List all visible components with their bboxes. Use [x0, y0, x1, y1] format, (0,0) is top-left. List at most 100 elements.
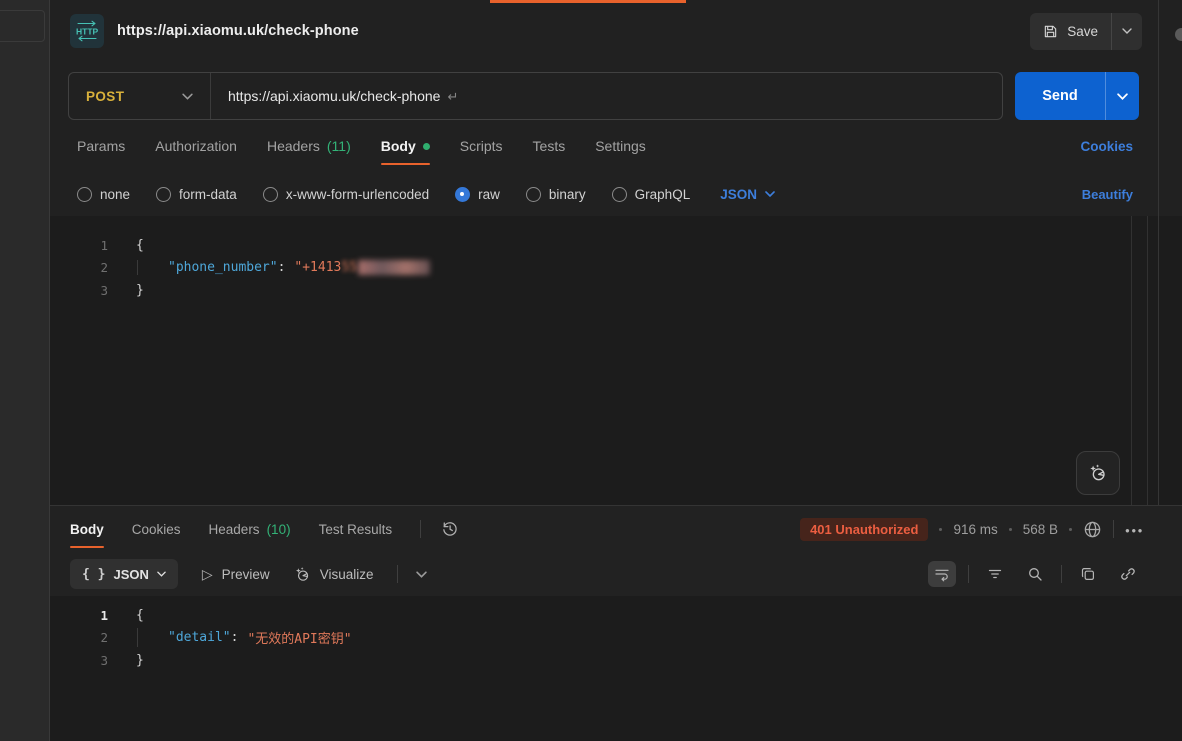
- chevron-down-icon: [1117, 93, 1128, 100]
- cookies-link[interactable]: Cookies: [1080, 139, 1133, 154]
- panel-collapse-arrow[interactable]: [1175, 28, 1182, 41]
- tab-headers-label: Headers: [267, 138, 320, 154]
- response-tab-test-results-label: Test Results: [319, 522, 393, 537]
- response-tab-test-results[interactable]: Test Results: [319, 506, 393, 552]
- chevron-down-icon: [1122, 28, 1132, 34]
- radio-raw[interactable]: raw: [455, 187, 500, 202]
- radio-none-label: none: [100, 187, 130, 202]
- postbot-sparkle-icon: [1088, 463, 1108, 483]
- radio-x-www-form-urlencoded[interactable]: x-www-form-urlencoded: [263, 187, 429, 202]
- indent-guide: [137, 260, 168, 275]
- request-title: https://api.xiaomu.uk/check-phone: [117, 23, 359, 39]
- visualize-button[interactable]: Visualize: [294, 566, 374, 583]
- url-input[interactable]: https://api.xiaomu.uk/check-phone ↵: [211, 88, 458, 105]
- copy-button[interactable]: [1074, 561, 1102, 587]
- headers-count-badge: (11): [327, 138, 351, 154]
- close-brace-token: }: [136, 283, 144, 298]
- tab-headers[interactable]: Headers (11): [267, 120, 351, 172]
- tab-authorization[interactable]: Authorization: [155, 120, 237, 172]
- response-meta: 401 Unauthorized 916 ms 568 B ●●●: [800, 518, 1144, 541]
- raw-format-label: JSON: [720, 187, 757, 202]
- response-history-button[interactable]: [441, 520, 459, 538]
- json-value-token: "无效的API密钥": [247, 628, 351, 647]
- network-info-button[interactable]: [1083, 520, 1102, 539]
- search-button[interactable]: [1021, 561, 1049, 587]
- request-body-editor[interactable]: 1 { 2 "phone_number" : "+1413 55 3 }: [50, 216, 1182, 505]
- divider: [420, 520, 421, 538]
- filter-icon: [987, 566, 1003, 582]
- curly-braces-icon: { }: [82, 567, 105, 582]
- json-value-token: "+1413: [294, 260, 341, 275]
- divider: [1061, 565, 1062, 583]
- response-tab-headers-label: Headers: [209, 522, 260, 537]
- response-body-editor[interactable]: 1 { 2 "detail" : "无效的API密钥" 3 }: [50, 596, 1182, 741]
- radio-circle-icon: [263, 187, 278, 202]
- beautify-link[interactable]: Beautify: [1082, 187, 1133, 202]
- filter-button[interactable]: [981, 561, 1009, 587]
- radio-raw-label: raw: [478, 187, 500, 202]
- method-label: POST: [86, 89, 124, 104]
- tab-settings-label: Settings: [595, 138, 646, 154]
- response-tab-cookies[interactable]: Cookies: [132, 506, 181, 552]
- save-button[interactable]: Save: [1030, 13, 1111, 50]
- radio-circle-icon: [77, 187, 92, 202]
- response-tab-headers[interactable]: Headers (10): [209, 506, 291, 552]
- line-number: 2: [50, 260, 108, 275]
- request-tabs-row: Params Authorization Headers (11) Body S…: [50, 120, 1182, 172]
- active-tab-underline: [70, 546, 104, 548]
- active-tab-indicator: [490, 0, 686, 3]
- enter-key-hint: ↵: [447, 89, 458, 104]
- radio-circle-icon: [156, 187, 171, 202]
- separator-dot: [1069, 528, 1072, 531]
- line-number: 1: [50, 238, 108, 253]
- copy-icon: [1080, 566, 1096, 582]
- line-number: 1: [50, 608, 108, 623]
- header-actions: Save: [1030, 13, 1160, 50]
- indent-guide: [137, 628, 168, 647]
- visualize-label: Visualize: [320, 567, 374, 582]
- tab-settings[interactable]: Settings: [595, 120, 646, 172]
- request-title-group: HTTP https://api.xiaomu.uk/check-phone: [70, 14, 359, 48]
- editor-scrollbar-track[interactable]: [1131, 216, 1132, 505]
- divider: [968, 565, 969, 583]
- response-tab-body[interactable]: Body: [70, 506, 104, 552]
- separator-dot: [939, 528, 942, 531]
- radio-form-data[interactable]: form-data: [156, 187, 237, 202]
- url-value: https://api.xiaomu.uk/check-phone: [228, 88, 440, 104]
- radio-form-data-label: form-data: [179, 187, 237, 202]
- send-options-button[interactable]: [1106, 72, 1139, 120]
- raw-format-selector[interactable]: JSON: [720, 187, 775, 202]
- code-line: 3 }: [50, 279, 1182, 302]
- tab-tests[interactable]: Tests: [533, 120, 566, 172]
- colon-token: :: [231, 630, 239, 645]
- sidebar-collapsed-item: [0, 10, 45, 42]
- tab-scripts[interactable]: Scripts: [460, 120, 503, 172]
- separator-dot: [1009, 528, 1012, 531]
- format-collapse-button[interactable]: [416, 571, 427, 578]
- more-options-button[interactable]: ●●●: [1125, 522, 1144, 536]
- line-number: 2: [50, 630, 108, 645]
- send-button[interactable]: Send: [1015, 72, 1106, 120]
- preview-button[interactable]: ▷ Preview: [202, 566, 270, 583]
- tab-scripts-label: Scripts: [460, 138, 503, 154]
- tab-params[interactable]: Params: [77, 120, 125, 172]
- link-button[interactable]: [1114, 561, 1142, 587]
- radio-binary[interactable]: binary: [526, 187, 586, 202]
- response-panel: Body Cookies Headers (10) Test Results: [50, 505, 1182, 741]
- app-window: HTTP https://api.xiaomu.uk/check-phone: [0, 0, 1182, 741]
- response-format-selector[interactable]: { } JSON: [70, 559, 178, 589]
- radio-graphql[interactable]: GraphQL: [612, 187, 691, 202]
- wrap-text-button[interactable]: [928, 561, 956, 587]
- tab-body[interactable]: Body: [381, 120, 430, 172]
- method-selector[interactable]: POST: [69, 73, 211, 119]
- tab-body-label: Body: [381, 138, 416, 154]
- link-icon: [1120, 566, 1136, 582]
- chevron-down-icon: [182, 93, 193, 100]
- postbot-assistant-button[interactable]: [1076, 451, 1120, 495]
- radio-none[interactable]: none: [77, 187, 130, 202]
- save-options-button[interactable]: [1111, 13, 1142, 50]
- response-time: 916 ms: [953, 522, 997, 537]
- response-tabs-row: Body Cookies Headers (10) Test Results: [50, 506, 1182, 552]
- radio-selected-icon: [455, 187, 470, 202]
- radio-circle-icon: [526, 187, 541, 202]
